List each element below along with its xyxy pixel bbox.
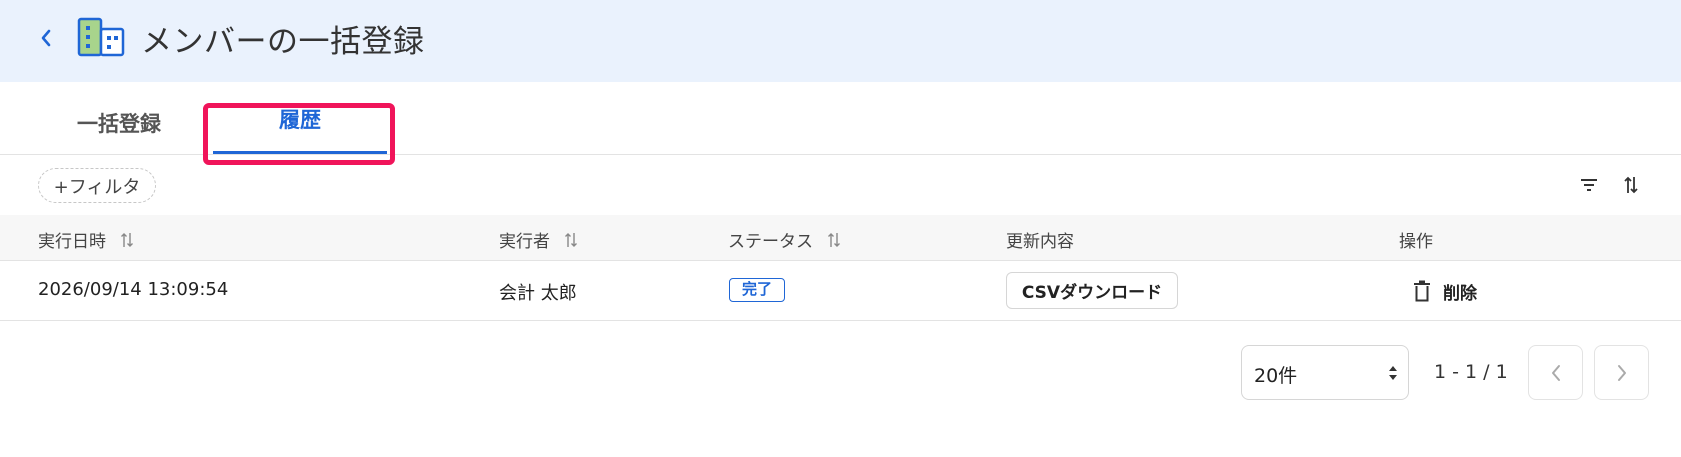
per-page-select[interactable]: 20件 (1241, 345, 1409, 400)
column-header-status: ステータス (728, 227, 841, 252)
cell-executed-at: 2026/09/14 13:09:54 (38, 279, 229, 300)
delete-button[interactable]: 削除 (1413, 276, 1477, 306)
building-icon (77, 17, 125, 57)
back-button[interactable] (36, 22, 56, 54)
add-filter-button[interactable]: +フィルタ (38, 168, 156, 203)
page-title: メンバーの一括登録 (141, 24, 425, 60)
filter-toggle-button[interactable] (1577, 173, 1601, 197)
previous-page-button[interactable] (1528, 345, 1583, 400)
column-header-operation: 操作 (1399, 232, 1433, 252)
tab-bar: 一括登録 履歴 (0, 82, 1681, 155)
tab-history[interactable]: 履歴 (213, 104, 387, 138)
page-range: 1 - 1 / 1 (1434, 361, 1508, 383)
chevron-left-icon (41, 29, 51, 47)
column-header-executor: 実行者 (499, 227, 578, 252)
filter-icon (1581, 179, 1597, 191)
sort-icon[interactable] (827, 231, 841, 249)
chevron-left-icon (1551, 364, 1560, 381)
page-header: メンバーの一括登録 (0, 0, 1681, 82)
column-header-update-content: 更新内容 (1006, 232, 1074, 252)
column-header-executed-at: 実行日時 (38, 227, 134, 252)
per-page-value: 20件 (1254, 365, 1298, 387)
sort-icon[interactable] (120, 231, 134, 249)
sort-icon (1624, 176, 1638, 194)
status-badge: 完了 (729, 278, 786, 302)
cell-executor: 会計 太郎 (499, 283, 577, 304)
select-arrows-icon (1389, 366, 1397, 380)
table-row: 2026/09/14 13:09:54 会計 太郎 完了 CSVダウンロード 削… (0, 261, 1681, 321)
active-tab-indicator (213, 151, 387, 154)
sort-icon[interactable] (564, 231, 578, 249)
chevron-right-icon (1617, 364, 1626, 381)
delete-label: 削除 (1443, 283, 1477, 304)
next-page-button[interactable] (1594, 345, 1649, 400)
table-header: 実行日時 実行者 ステータス 更新内容 操作 (0, 215, 1681, 261)
trash-icon (1414, 280, 1430, 302)
tab-bulk-register[interactable]: 一括登録 (77, 108, 161, 138)
csv-download-button[interactable]: CSVダウンロード (1006, 272, 1178, 309)
sort-toggle-button[interactable] (1619, 173, 1643, 197)
